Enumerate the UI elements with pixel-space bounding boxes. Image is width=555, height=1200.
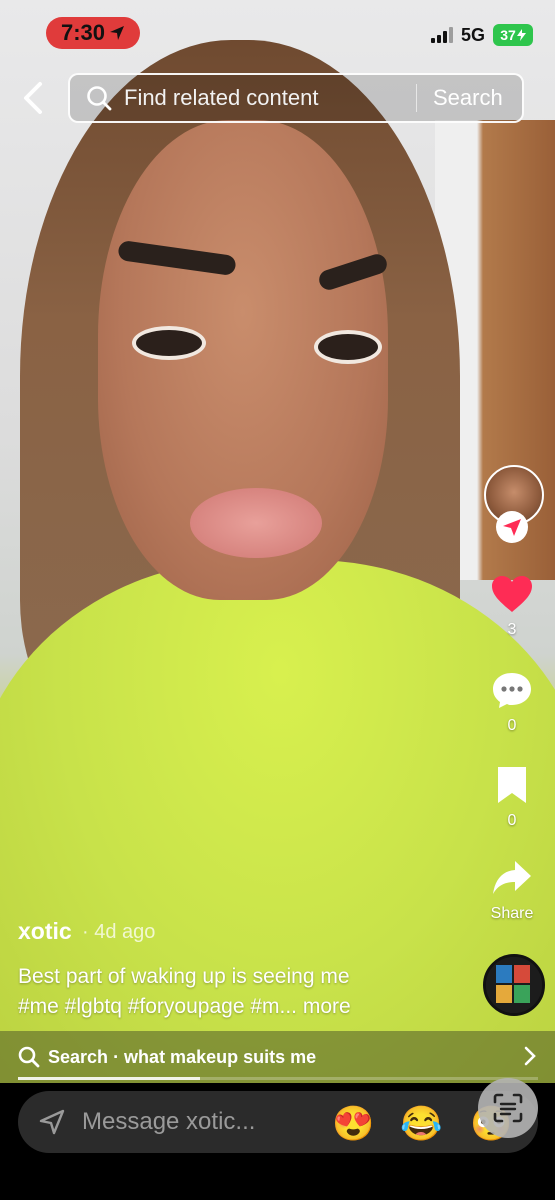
chevron-right-icon (524, 1046, 536, 1066)
post-time: · 4d ago (82, 921, 156, 943)
share-arrow-icon (493, 861, 531, 894)
back-button[interactable] (18, 80, 50, 116)
caption-line-1: Best part of waking up is seeing me (18, 965, 350, 988)
comment-count: 0 (507, 717, 517, 734)
music-disc[interactable] (483, 954, 545, 1016)
album-art-icon (486, 957, 542, 1013)
save-button[interactable]: 0 (482, 765, 542, 830)
battery-level: 37 (500, 27, 516, 43)
search-button[interactable]: Search (417, 85, 517, 111)
share-button[interactable]: Share (482, 858, 542, 923)
send-arrow-icon (503, 519, 521, 536)
signal-icon (430, 27, 453, 43)
caption-line-2-wrap: #me #lgbtq #foryoupage #m... more (18, 992, 458, 1022)
status-right: 5G 37 (430, 24, 533, 46)
comment-icon (493, 673, 531, 708)
send-icon (39, 1109, 65, 1135)
like-count: 3 (507, 621, 517, 638)
bottom-bar: 😍 😂 😳 (0, 1083, 555, 1200)
playback-progress[interactable] (18, 1077, 538, 1080)
scan-text-button[interactable] (478, 1078, 538, 1138)
save-count: 0 (507, 812, 517, 829)
search-icon (87, 86, 112, 111)
follow-button[interactable] (496, 511, 528, 543)
caption[interactable]: Best part of waking up is seeing me #me … (18, 962, 458, 1022)
status-time: 7:30 (60, 20, 106, 45)
status-time-pill: 7:30 (46, 17, 140, 49)
share-label: Share (490, 905, 534, 922)
message-input[interactable] (80, 1107, 294, 1137)
left-eye (132, 326, 206, 360)
related-search-text: Search · what makeup suits me (48, 1047, 316, 1068)
message-bar[interactable]: 😍 😂 😳 (18, 1091, 538, 1153)
author-name[interactable]: xotic (18, 918, 72, 945)
caption-hashtags[interactable]: #me #lgbtq #foryoupage #m... (18, 995, 297, 1018)
search-icon (18, 1046, 40, 1068)
related-search-prefix: Search (48, 1046, 109, 1067)
search-bar[interactable]: Search (68, 73, 524, 123)
location-arrow-icon (110, 26, 125, 40)
related-search-query: · what makeup suits me (113, 1046, 317, 1067)
charging-bolt-icon (516, 29, 526, 41)
related-search-bar[interactable]: Search · what makeup suits me (0, 1031, 555, 1083)
right-eye (314, 330, 382, 364)
laughing-emoji-button[interactable]: 😂 (400, 1107, 442, 1141)
network-label: 5G (460, 24, 485, 45)
lips (190, 488, 322, 558)
playback-progress-fill (18, 1077, 200, 1080)
like-button[interactable]: 3 (482, 574, 542, 639)
chevron-left-icon (24, 82, 42, 114)
battery-icon: 37 (493, 24, 533, 46)
heart-icon (492, 576, 532, 612)
more-link[interactable]: more (303, 995, 351, 1018)
search-input[interactable] (122, 84, 416, 112)
heart-eyes-emoji-button[interactable]: 😍 (332, 1107, 374, 1141)
comment-button[interactable]: 0 (482, 670, 542, 735)
bookmark-icon (498, 767, 526, 803)
scan-icon (493, 1093, 523, 1123)
